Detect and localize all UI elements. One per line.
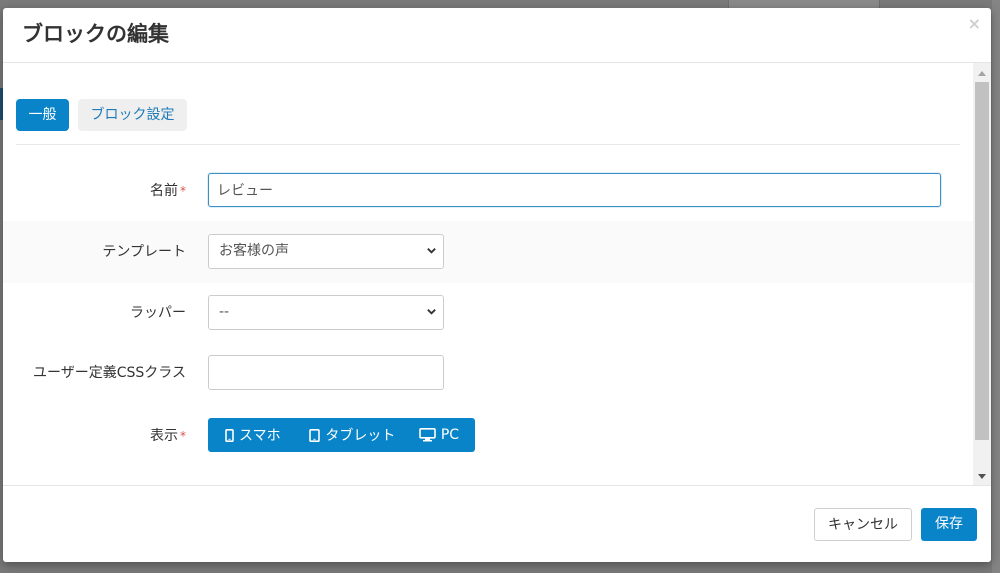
background-page-edge <box>992 0 1000 573</box>
template-label: テンプレート <box>102 244 186 260</box>
tablet-icon <box>309 428 321 442</box>
tab-block-settings[interactable]: ブロック設定 <box>78 99 187 131</box>
scroll-thumb[interactable] <box>975 82 989 440</box>
modal-title: ブロックの編集 <box>22 22 169 46</box>
smartphone-label: スマホ <box>239 428 281 444</box>
tab-divider <box>16 144 960 145</box>
wrapper-label: ラッパー <box>130 305 186 321</box>
modal-header: ブロックの編集 × <box>3 8 991 63</box>
device-toggle-group: スマホ タブレット PC <box>208 418 475 452</box>
name-input[interactable] <box>208 173 941 207</box>
name-label: 名前 * <box>150 180 186 200</box>
wrapper-select[interactable]: -- <box>208 295 444 330</box>
smartphone-toggle-button[interactable]: スマホ <box>208 418 307 452</box>
tab-general[interactable]: 一般 <box>16 99 69 131</box>
cancel-button[interactable]: キャンセル <box>814 508 912 541</box>
pc-toggle-button[interactable]: PC <box>419 418 475 452</box>
template-select[interactable]: お客様の声 <box>208 234 444 269</box>
chevron-down-icon <box>427 309 436 315</box>
required-mark: * <box>180 429 186 443</box>
display-label: 表示 * <box>150 425 186 445</box>
scroll-up-arrow-icon[interactable] <box>978 71 986 76</box>
tablet-toggle-button[interactable]: タブレット <box>307 418 418 452</box>
css-class-label: ユーザー定義CSSクラス <box>33 365 186 381</box>
modal-footer: キャンセル 保存 <box>3 485 991 562</box>
modal-scrollbar[interactable] <box>973 63 991 485</box>
pc-label: PC <box>440 427 460 443</box>
edit-block-modal: ブロックの編集 × 一般 ブロック設定 名前* テンプレート お客様の声 ラッパ… <box>3 8 991 562</box>
tablet-label: タブレット <box>325 428 396 444</box>
scroll-down-arrow-icon[interactable] <box>978 474 986 479</box>
smartphone-icon <box>225 428 234 442</box>
name-label-text: 名前 <box>150 183 178 199</box>
required-mark: * <box>180 184 186 198</box>
display-label-text: 表示 <box>150 428 178 444</box>
template-select-value: お客様の声 <box>219 243 289 259</box>
chevron-down-icon <box>427 248 436 254</box>
css-class-input[interactable] <box>208 355 444 390</box>
save-button[interactable]: 保存 <box>921 508 977 541</box>
desktop-icon <box>419 428 436 442</box>
modal-body: 一般 ブロック設定 名前* テンプレート お客様の声 ラッパー -- ユーザー定… <box>3 63 973 485</box>
wrapper-select-value: -- <box>219 304 230 320</box>
close-icon[interactable]: × <box>968 14 981 34</box>
